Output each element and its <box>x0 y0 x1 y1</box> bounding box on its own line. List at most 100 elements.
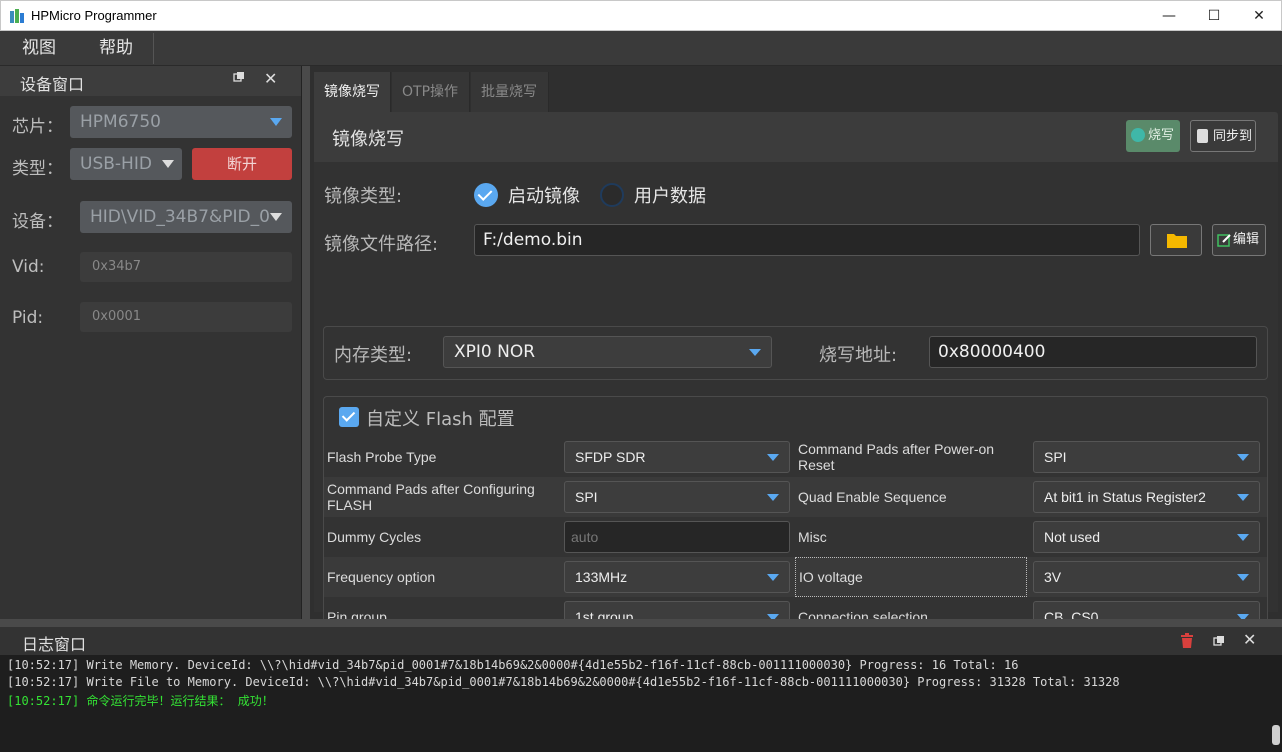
log-scrollbar[interactable] <box>1272 725 1280 745</box>
browse-button[interactable] <box>1150 224 1202 256</box>
burn-label: 烧写 <box>1148 128 1175 143</box>
flash-config-group: 自定义 Flash 配置 Flash Probe Type SFDP SDR C… <box>323 396 1268 650</box>
chevron-down-icon <box>270 213 282 221</box>
chevron-down-icon <box>1237 494 1249 501</box>
flash-probe-type-value: SFDP SDR <box>575 449 646 465</box>
cmd-pads-power-on-select[interactable]: SPI <box>1033 441 1260 473</box>
pane-body: 镜像类型: 启动镜像 用户数据 镜像文件路径: F:/demo.bin 编辑 内 <box>314 162 1278 650</box>
dummy-cycles-input[interactable]: auto <box>564 521 790 553</box>
chevron-down-icon <box>1237 574 1249 581</box>
custom-flash-checkbox[interactable] <box>339 407 359 427</box>
radio-user-label: 用户数据 <box>634 186 706 207</box>
vid-label: Vid: <box>12 257 45 277</box>
type-select[interactable]: USB-HID <box>70 148 182 180</box>
pane-header: 镜像烧写 烧写 同步到 <box>314 112 1278 162</box>
frequency-label: Frequency option <box>327 569 436 585</box>
sync-button[interactable]: 同步到 <box>1190 120 1256 152</box>
menu-help[interactable]: 帮助 <box>81 31 151 66</box>
quad-enable-select[interactable]: At bit1 in Status Register2 <box>1033 481 1260 513</box>
image-type-label: 镜像类型: <box>324 186 403 207</box>
mem-type-select[interactable]: XPI0 NOR <box>443 336 772 368</box>
radio-boot-image[interactable] <box>474 183 498 207</box>
app-icon <box>10 9 24 23</box>
log-line: [10:52:17] Write Memory. DeviceId: \\?\h… <box>7 658 1019 672</box>
pane-title: 镜像烧写 <box>332 129 404 150</box>
window-title: HPMicro Programmer <box>31 8 157 23</box>
cmd-pads-config-select[interactable]: SPI <box>564 481 790 513</box>
misc-value: Not used <box>1044 529 1101 545</box>
device-select[interactable]: HID\VID_34B7&PID_0 <box>80 201 292 233</box>
io-voltage-label: IO voltage <box>795 557 1027 597</box>
log-panel-title: 日志窗口 <box>22 635 87 654</box>
tab-otp[interactable]: OTP操作 <box>392 72 470 112</box>
log-panel-header: 日志窗口 ✕ <box>0 627 1282 655</box>
trash-icon[interactable] <box>1181 633 1193 648</box>
radio-user-data[interactable] <box>600 183 624 207</box>
io-voltage-value: 3V <box>1044 569 1062 585</box>
chevron-down-icon <box>767 494 779 501</box>
radio-boot-label: 启动镜像 <box>508 186 580 207</box>
misc-label: Misc <box>798 529 827 545</box>
device-value: HID\VID_34B7&PID_0 <box>90 207 270 227</box>
type-label: 类型： <box>12 159 63 179</box>
close-icon[interactable]: ✕ <box>264 69 277 88</box>
misc-select[interactable]: Not used <box>1033 521 1260 553</box>
io-voltage-select[interactable]: 3V <box>1033 561 1260 593</box>
device-panel-title: 设备窗口 <box>20 75 85 94</box>
flash-probe-type-select[interactable]: SFDP SDR <box>564 441 790 473</box>
mem-type-value: XPI0 NOR <box>454 342 536 362</box>
chip-label: 芯片： <box>12 117 63 137</box>
flash-probe-type-label: Flash Probe Type <box>327 449 437 465</box>
main-area: 镜像烧写 OTP操作 批量烧写 镜像烧写 烧写 同步到 镜像类型: 启动镜像 用… <box>310 66 1282 650</box>
chevron-down-icon <box>1237 534 1249 541</box>
chevron-down-icon <box>767 574 779 581</box>
path-input[interactable]: F:/demo.bin <box>474 224 1140 256</box>
horizontal-splitter[interactable] <box>0 619 1282 627</box>
vid-field: 0x34b7 <box>80 252 292 282</box>
flash-config-title: 自定义 Flash 配置 <box>366 409 515 430</box>
memory-group: 内存类型: XPI0 NOR 烧写地址: 0x80000400 <box>323 326 1268 380</box>
type-value: USB-HID <box>80 154 152 174</box>
menu-view[interactable]: 视图 <box>4 31 74 66</box>
flash-config-row: Flash Probe Type SFDP SDR Command Pads a… <box>324 437 1267 477</box>
tab-image-burn[interactable]: 镜像烧写 <box>314 72 391 112</box>
path-label: 镜像文件路径: <box>324 234 439 255</box>
burn-icon <box>1131 128 1145 142</box>
close-icon[interactable]: ✕ <box>1243 630 1256 649</box>
float-icon[interactable] <box>1213 635 1225 647</box>
chevron-down-icon <box>767 454 779 461</box>
quad-enable-label: Quad Enable Sequence <box>798 489 947 505</box>
edit-icon <box>1217 234 1231 247</box>
minimize-button[interactable]: — <box>1146 1 1192 31</box>
folder-icon <box>1167 234 1187 248</box>
quad-enable-value: At bit1 in Status Register2 <box>1044 489 1206 505</box>
frequency-select[interactable]: 133MHz <box>564 561 790 593</box>
image-burn-pane: 镜像烧写 烧写 同步到 镜像类型: 启动镜像 用户数据 镜像文件路径: F:/d… <box>314 112 1278 650</box>
cmd-pads-power-on-value: SPI <box>1044 449 1067 465</box>
log-output: [10:52:17] Write Memory. DeviceId: \\?\h… <box>0 655 1282 752</box>
log-line: [10:52:17] Write File to Memory. DeviceI… <box>7 675 1120 689</box>
flash-config-row: Frequency option 133MHz IO voltage 3V <box>324 557 1267 597</box>
float-icon[interactable] <box>233 71 245 87</box>
close-button[interactable]: ✕ <box>1236 1 1282 31</box>
cmd-pads-config-value: SPI <box>575 489 598 505</box>
maximize-button[interactable]: ☐ <box>1191 1 1237 31</box>
chip-value: HPM6750 <box>80 112 161 132</box>
chevron-down-icon <box>162 160 174 168</box>
burn-addr-input[interactable]: 0x80000400 <box>929 336 1257 368</box>
disconnect-button[interactable]: 断开 <box>192 148 292 180</box>
flash-config-row: Dummy Cycles auto Misc Not used <box>324 517 1267 557</box>
edit-button[interactable]: 编辑 <box>1212 224 1266 256</box>
dummy-cycles-label: Dummy Cycles <box>327 529 422 545</box>
flash-config-row: Command Pads after Configuring FLASH SPI… <box>324 477 1267 517</box>
burn-button[interactable]: 烧写 <box>1126 120 1180 152</box>
chip-select[interactable]: HPM6750 <box>70 106 292 138</box>
log-panel: 日志窗口 ✕ [10:52:17] Write Memory. DeviceId… <box>0 627 1282 752</box>
pid-label: Pid: <box>12 308 44 328</box>
burn-addr-label: 烧写地址: <box>819 345 898 366</box>
vertical-splitter[interactable] <box>302 66 310 619</box>
tab-batch-burn[interactable]: 批量烧写 <box>471 72 549 112</box>
chevron-down-icon <box>270 118 282 126</box>
cmd-pads-power-on-label: Command Pads after Power-on Reset <box>798 441 995 473</box>
menu-separator <box>153 33 154 64</box>
